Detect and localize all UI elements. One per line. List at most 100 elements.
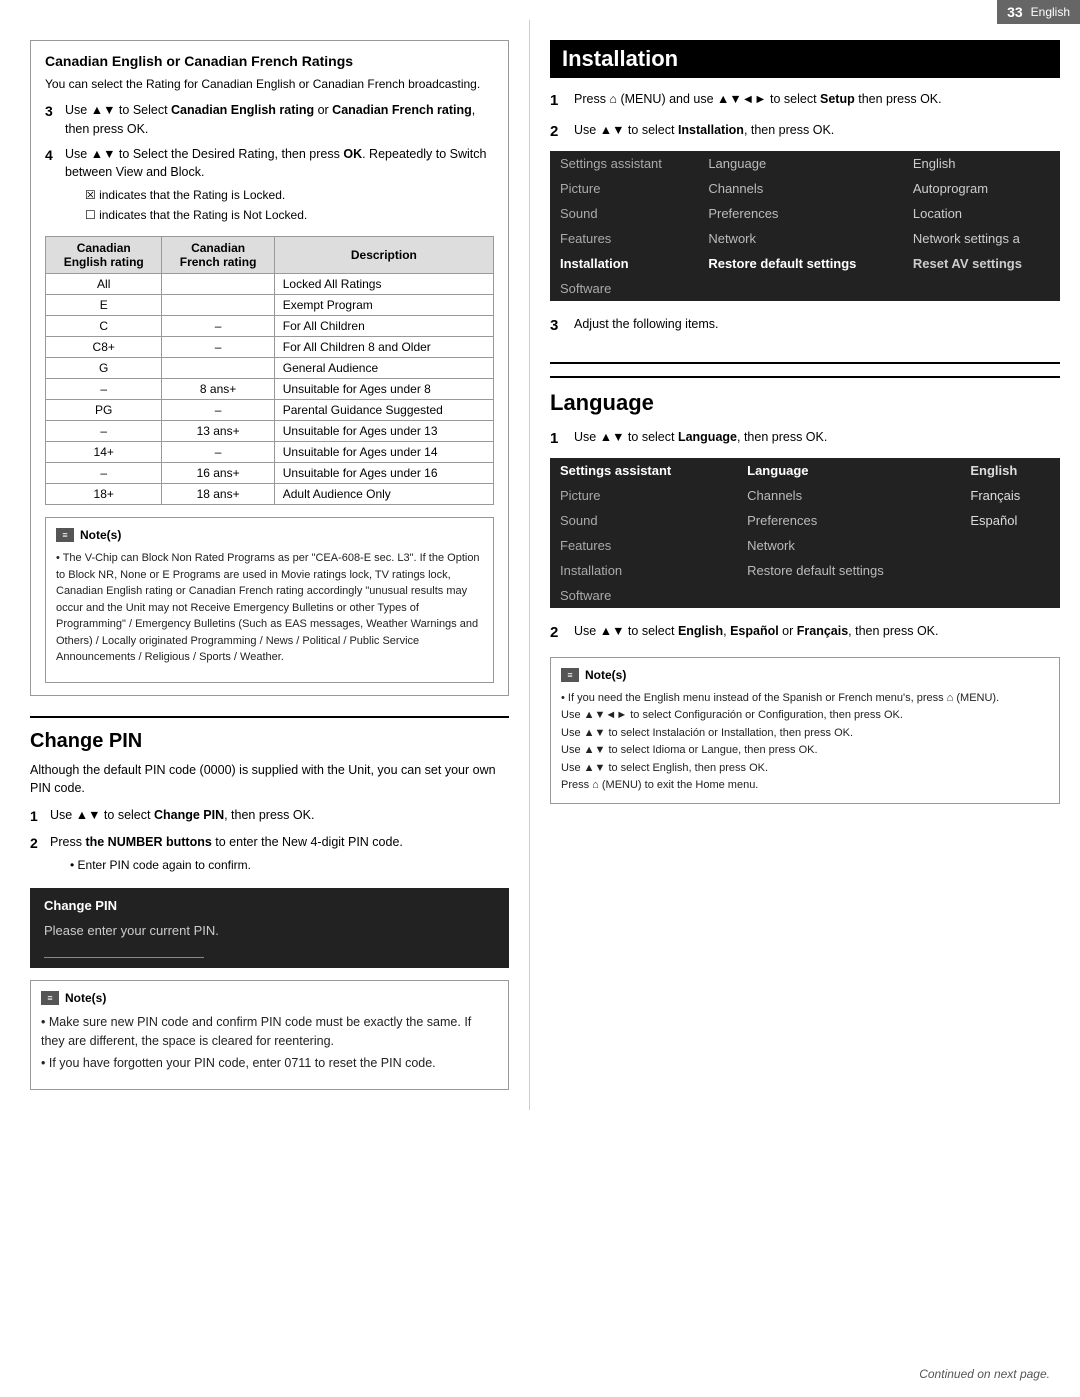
install-menu-table: Settings assistantLanguageEnglishPicture… bbox=[550, 151, 1060, 301]
notes-icon: ≡ bbox=[56, 528, 74, 542]
pin-step-2: 2 Press the NUMBER buttons to enter the … bbox=[30, 833, 509, 876]
table-cell: 8 ans+ bbox=[162, 379, 274, 400]
lang-step-1-num: 1 bbox=[550, 428, 566, 451]
install-step-2-text: Use ▲▼ to select Installation, then pres… bbox=[574, 121, 834, 144]
menu-cell: Language bbox=[698, 151, 903, 176]
menu-row: Settings assistantLanguageEnglish bbox=[550, 151, 1060, 176]
table-cell: Exempt Program bbox=[274, 295, 493, 316]
table-cell: Parental Guidance Suggested bbox=[274, 400, 493, 421]
lang-notes-box: ≡ Note(s) • If you need the English menu… bbox=[550, 657, 1060, 805]
lang-note-line: Use ▲▼ to select Idioma or Langue, then … bbox=[561, 742, 1049, 760]
step-4-text: Use ▲▼ to Select the Desired Rating, the… bbox=[65, 147, 486, 180]
pin-dialog-title: Change PIN bbox=[44, 898, 495, 913]
table-cell: – bbox=[46, 463, 162, 484]
menu-row: FeaturesNetworkNetwork settings a bbox=[550, 226, 1060, 251]
table-cell: For All Children 8 and Older bbox=[274, 337, 493, 358]
canadian-section: Canadian English or Canadian French Rati… bbox=[30, 40, 509, 696]
pin-step-2-bullets: • Enter PIN code again to confirm. bbox=[70, 856, 403, 874]
pin-bullet-confirm: • Enter PIN code again to confirm. bbox=[70, 856, 403, 874]
pin-step-1-num: 1 bbox=[30, 806, 44, 827]
menu-cell: Picture bbox=[550, 483, 737, 508]
bullet-unlocked: ☐ indicates that the Rating is Not Locke… bbox=[85, 206, 494, 224]
install-step-1-num: 1 bbox=[550, 90, 566, 113]
menu-row: InstallationRestore default settingsRese… bbox=[550, 251, 1060, 276]
menu-cell: Sound bbox=[550, 201, 698, 226]
step-4-content: Use ▲▼ to Select the Desired Rating, the… bbox=[65, 145, 494, 227]
menu-cell: Reset AV settings bbox=[903, 251, 1060, 276]
install-step-3-text: Adjust the following items. bbox=[574, 315, 719, 338]
pin-notes-box: ≡ Note(s) • Make sure new PIN code and c… bbox=[30, 980, 509, 1090]
step-4-num: 4 bbox=[45, 145, 59, 227]
menu-cell: Installation bbox=[550, 558, 737, 583]
step-4: 4 Use ▲▼ to Select the Desired Rating, t… bbox=[45, 145, 494, 227]
table-cell: Unsuitable for Ages under 8 bbox=[274, 379, 493, 400]
install-step-1: 1 Press ⌂ (MENU) and use ▲▼◄► to select … bbox=[550, 90, 1060, 113]
menu-row: InstallationRestore default settings bbox=[550, 558, 1060, 583]
lang-note-line: Press ⌂ (MENU) to exit the Home menu. bbox=[561, 777, 1049, 795]
lang-notes-title: ≡ Note(s) bbox=[561, 666, 1049, 684]
table-cell: – bbox=[162, 316, 274, 337]
table-cell: – bbox=[162, 442, 274, 463]
menu-cell: Location bbox=[903, 201, 1060, 226]
step-3-num: 3 bbox=[45, 101, 59, 139]
lang-note-line: • If you need the English menu instead o… bbox=[561, 690, 1049, 708]
ratings-table: CanadianEnglish rating CanadianFrench ra… bbox=[45, 236, 494, 505]
table-cell: Unsuitable for Ages under 13 bbox=[274, 421, 493, 442]
menu-cell: Restore default settings bbox=[737, 558, 960, 583]
table-cell: 13 ans+ bbox=[162, 421, 274, 442]
table-cell: Adult Audience Only bbox=[274, 484, 493, 505]
lang-note-line: Use ▲▼ to select English, then press OK. bbox=[561, 760, 1049, 778]
menu-cell: Channels bbox=[737, 483, 960, 508]
menu-cell: Software bbox=[550, 583, 737, 608]
table-row: PG–Parental Guidance Suggested bbox=[46, 400, 494, 421]
menu-cell: Network bbox=[698, 226, 903, 251]
top-bar: 33 English bbox=[997, 0, 1080, 24]
canadian-section-desc: You can select the Rating for Canadian E… bbox=[45, 75, 494, 93]
lang-notes-icon: ≡ bbox=[561, 668, 579, 682]
footer: Continued on next page. bbox=[919, 1367, 1050, 1381]
lang-notes-label: Note(s) bbox=[585, 666, 626, 684]
install-step-2-num: 2 bbox=[550, 121, 566, 144]
menu-cell: Español bbox=[960, 508, 1060, 533]
table-row: –13 ans+Unsuitable for Ages under 13 bbox=[46, 421, 494, 442]
table-cell: – bbox=[162, 337, 274, 358]
pin-notes-label: Note(s) bbox=[65, 989, 106, 1007]
table-cell bbox=[162, 358, 274, 379]
menu-cell: Settings assistant bbox=[550, 458, 737, 483]
lang-step-1-text: Use ▲▼ to select Language, then press OK… bbox=[574, 428, 827, 451]
menu-cell: Channels bbox=[698, 176, 903, 201]
table-cell: C bbox=[46, 316, 162, 337]
menu-cell: Settings assistant bbox=[550, 151, 698, 176]
menu-row: Software bbox=[550, 276, 1060, 301]
menu-cell: Network settings a bbox=[903, 226, 1060, 251]
table-cell bbox=[162, 295, 274, 316]
top-language: English bbox=[1031, 5, 1070, 19]
canadian-notes-title: ≡ Note(s) bbox=[56, 526, 483, 544]
lang-step-2-num: 2 bbox=[550, 622, 566, 645]
menu-row: SoundPreferencesLocation bbox=[550, 201, 1060, 226]
menu-row: Software bbox=[550, 583, 1060, 608]
lang-step-2: 2 Use ▲▼ to select English, Español or F… bbox=[550, 622, 1060, 645]
install-step-3-num: 3 bbox=[550, 315, 566, 338]
pin-input-line bbox=[44, 954, 204, 958]
menu-cell: Language bbox=[737, 458, 960, 483]
menu-row: Settings assistantLanguageEnglish bbox=[550, 458, 1060, 483]
installation-title: Installation bbox=[550, 40, 1060, 78]
table-cell: For All Children bbox=[274, 316, 493, 337]
page-number: 33 bbox=[1007, 4, 1023, 20]
menu-cell bbox=[903, 276, 1060, 301]
table-cell: 18+ bbox=[46, 484, 162, 505]
menu-cell: Features bbox=[550, 226, 698, 251]
table-cell: 14+ bbox=[46, 442, 162, 463]
pin-step-2-text: Press the NUMBER buttons to enter the Ne… bbox=[50, 835, 403, 849]
menu-cell: English bbox=[960, 458, 1060, 483]
right-column: Installation 1 Press ⌂ (MENU) and use ▲▼… bbox=[530, 20, 1080, 1110]
table-cell: 16 ans+ bbox=[162, 463, 274, 484]
table-row: 18+18 ans+Adult Audience Only bbox=[46, 484, 494, 505]
pin-step-2-content: Press the NUMBER buttons to enter the Ne… bbox=[50, 833, 403, 876]
table-cell: Unsuitable for Ages under 16 bbox=[274, 463, 493, 484]
table-row: GGeneral Audience bbox=[46, 358, 494, 379]
table-cell bbox=[162, 274, 274, 295]
main-content: Canadian English or Canadian French Rati… bbox=[0, 0, 1080, 1110]
page-container: 33 English Canadian English or Canadian … bbox=[0, 0, 1080, 1397]
